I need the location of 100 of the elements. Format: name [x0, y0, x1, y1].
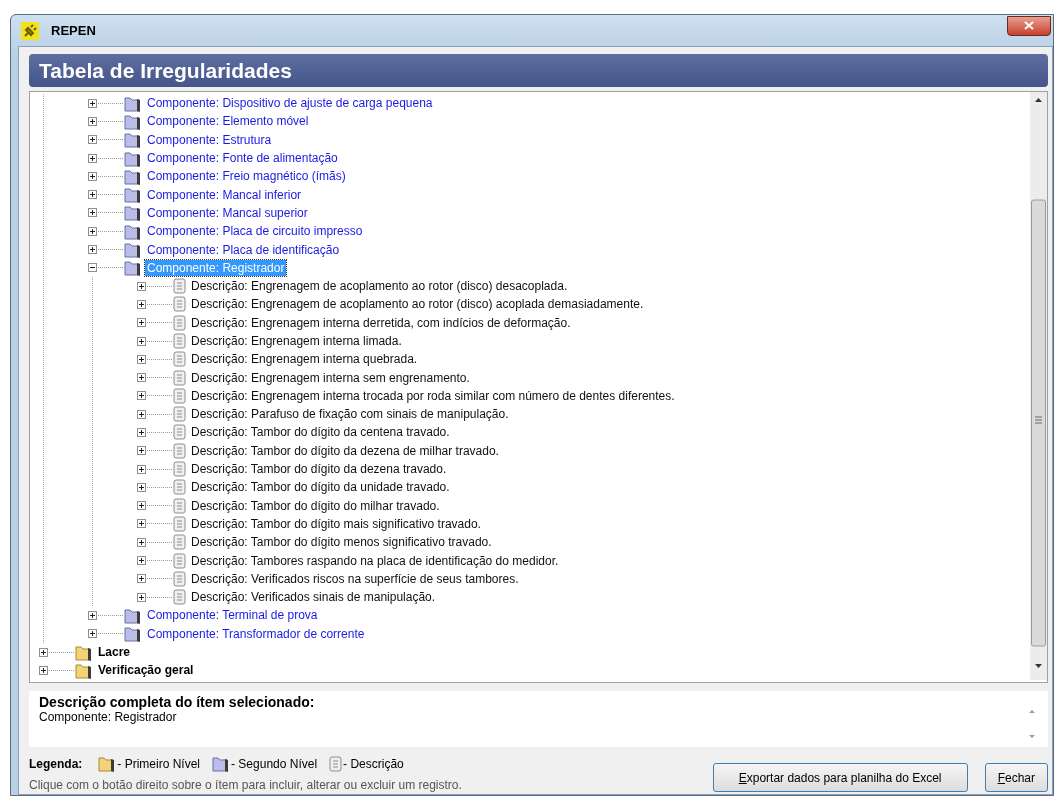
- tree-item[interactable]: Descrição: Engrenagem de acoplamento ao rotor (disco) desacoplada.: [189, 278, 570, 295]
- document-icon: [173, 461, 186, 478]
- tree-item[interactable]: Descrição: Tambor do dígito da centena travado.: [189, 424, 452, 441]
- hint-text: Clique com o botão direito sobre o ítem para incluir, alterar ou excluir um registro.: [29, 778, 462, 792]
- tree-item[interactable]: Descrição: Engrenagem de acoplamento ao rotor (disco) acoplada demasiadamente.: [189, 296, 646, 313]
- folder-icon: [124, 112, 142, 130]
- tree-item[interactable]: Descrição: Parafuso de fixação com sinais de manipulação.: [189, 406, 511, 423]
- expand-toggle[interactable]: [137, 299, 146, 309]
- expand-toggle[interactable]: [88, 153, 97, 163]
- document-icon: [173, 534, 186, 551]
- expand-toggle[interactable]: [88, 610, 97, 620]
- document-icon: [173, 497, 186, 514]
- folder-icon: [124, 149, 142, 167]
- expand-toggle[interactable]: [137, 446, 146, 456]
- document-icon: [173, 424, 186, 441]
- tree-item[interactable]: Componente: Dispositivo de ajuste de carga pequena: [145, 95, 435, 112]
- folder-icon: [75, 661, 93, 679]
- tree-item[interactable]: Componente: Fonte de alimentação: [145, 150, 340, 167]
- tree-item[interactable]: Componente: Estrutura: [145, 131, 274, 148]
- legend-label: - Segundo Nível: [231, 756, 318, 771]
- tree-item[interactable]: Lacre: [96, 644, 133, 661]
- expand-toggle[interactable]: [88, 98, 97, 108]
- folder-icon: [124, 259, 142, 277]
- expand-toggle[interactable]: [137, 318, 146, 328]
- expand-toggle[interactable]: [137, 501, 146, 511]
- document-icon: [329, 755, 343, 772]
- folder-icon: [124, 625, 142, 643]
- document-icon: [173, 314, 186, 331]
- folder-icon: [124, 186, 142, 204]
- expand-toggle[interactable]: [88, 135, 97, 145]
- export-button[interactable]: Exportar dados para planilha do Excel: [712, 763, 968, 792]
- tree-item[interactable]: Verificação geral: [96, 662, 196, 679]
- tree-item[interactable]: Descrição: Engrenagem interna trocada por roda similar com número de dentes diferentes.: [189, 387, 677, 404]
- tree-item[interactable]: Componente: Mancal superior: [145, 204, 310, 221]
- tree-item[interactable]: Descrição: Tambor do dígito do milhar travado.: [189, 497, 442, 514]
- expand-toggle[interactable]: [137, 373, 146, 383]
- expand-toggle[interactable]: [137, 336, 146, 346]
- folder-icon: [124, 131, 142, 149]
- expand-toggle[interactable]: [88, 226, 97, 236]
- folder-icon: [124, 94, 142, 112]
- document-icon: [173, 479, 186, 496]
- scrollbar[interactable]: [1030, 92, 1047, 680]
- close-button[interactable]: Fechar: [984, 763, 1048, 792]
- tree-item[interactable]: Descrição: Tambor do dígito da unidade travado.: [189, 479, 452, 496]
- tree-item[interactable]: Componente: Freio magnético (ímãs): [145, 168, 348, 185]
- document-icon: [173, 570, 186, 587]
- document-icon: [173, 333, 186, 349]
- expand-toggle[interactable]: [137, 537, 146, 547]
- expand-toggle[interactable]: [137, 428, 146, 437]
- expand-toggle[interactable]: [88, 629, 97, 639]
- tree-item[interactable]: Descrição: Engrenagem interna limada.: [189, 333, 404, 349]
- expand-toggle[interactable]: [137, 391, 146, 401]
- expand-toggle[interactable]: [137, 574, 146, 584]
- expand-toggle[interactable]: [88, 171, 97, 181]
- folder-icon: [124, 241, 142, 258]
- tree-item[interactable]: Descrição: Engrenagem interna sem engrenamento.: [189, 369, 472, 386]
- tree-item[interactable]: Componente: Transformador de corrente: [145, 625, 367, 642]
- folder-icon: [98, 755, 117, 772]
- expand-toggle[interactable]: [137, 556, 146, 566]
- document-icon: [173, 278, 186, 295]
- collapse-toggle[interactable]: [88, 263, 97, 273]
- tree-item[interactable]: Descrição: Engrenagem interna quebrada.: [189, 351, 420, 368]
- tree-item[interactable]: Descrição: Tambor do dígito da dezena de milhar travado.: [189, 442, 501, 459]
- expand-toggle[interactable]: [137, 482, 146, 492]
- document-icon: [173, 406, 186, 423]
- tree-item[interactable]: Componente: Placa de identificação: [145, 241, 342, 258]
- expand-toggle[interactable]: [137, 281, 146, 291]
- tree-item[interactable]: Descrição: Verificados sinais de manipulação.: [189, 589, 438, 606]
- tree-item[interactable]: Componente: Elemento móvel: [145, 113, 311, 130]
- tree-item[interactable]: Componente: Terminal de prova: [145, 607, 320, 624]
- tree-item[interactable]: Descrição: Tambor do dígito menos significativo travado.: [189, 534, 494, 551]
- expand-toggle[interactable]: [137, 592, 146, 602]
- page-title: Tabela de Irregularidades: [39, 58, 292, 83]
- close-button[interactable]: [1007, 15, 1051, 36]
- expand-toggle[interactable]: [137, 354, 146, 364]
- expand-toggle[interactable]: [137, 464, 146, 474]
- tree-item[interactable]: Componente: Mancal inferior: [145, 186, 304, 203]
- expand-toggle[interactable]: [88, 116, 97, 126]
- detail-text: Componente: Registrador: [39, 710, 178, 724]
- document-icon: [173, 442, 186, 459]
- legend-label: - Descrição: [343, 756, 404, 771]
- tree-item[interactable]: Descrição: Engrenagem interna derretida, com indícios de deformação.: [189, 314, 573, 331]
- expand-toggle[interactable]: [137, 409, 146, 419]
- expand-toggle[interactable]: [88, 208, 97, 218]
- tree-item[interactable]: Descrição: Verificados riscos na superfície de seus tambores.: [189, 570, 521, 587]
- window-title: REPEN: [51, 23, 96, 38]
- expand-toggle[interactable]: [137, 519, 146, 529]
- document-icon: [173, 369, 186, 386]
- expand-toggle[interactable]: [39, 647, 48, 657]
- plug-icon: [21, 21, 39, 40]
- tree-item[interactable]: Componente: Placa de circuito impresso: [145, 223, 365, 240]
- tree-item[interactable]: Descrição: Tambores raspando na placa de identificação do medidor.: [189, 552, 561, 569]
- expand-toggle[interactable]: [88, 245, 97, 254]
- expand-toggle[interactable]: [39, 665, 48, 675]
- tree-item[interactable]: Descrição: Tambor do dígito mais significativo travado.: [189, 515, 483, 532]
- expand-toggle[interactable]: [88, 190, 97, 200]
- tree-item[interactable]: Descrição: Tambor do dígito da dezena travado.: [189, 461, 449, 478]
- document-icon: [173, 296, 186, 313]
- document-icon: [173, 589, 186, 606]
- folder-icon: [212, 755, 231, 772]
